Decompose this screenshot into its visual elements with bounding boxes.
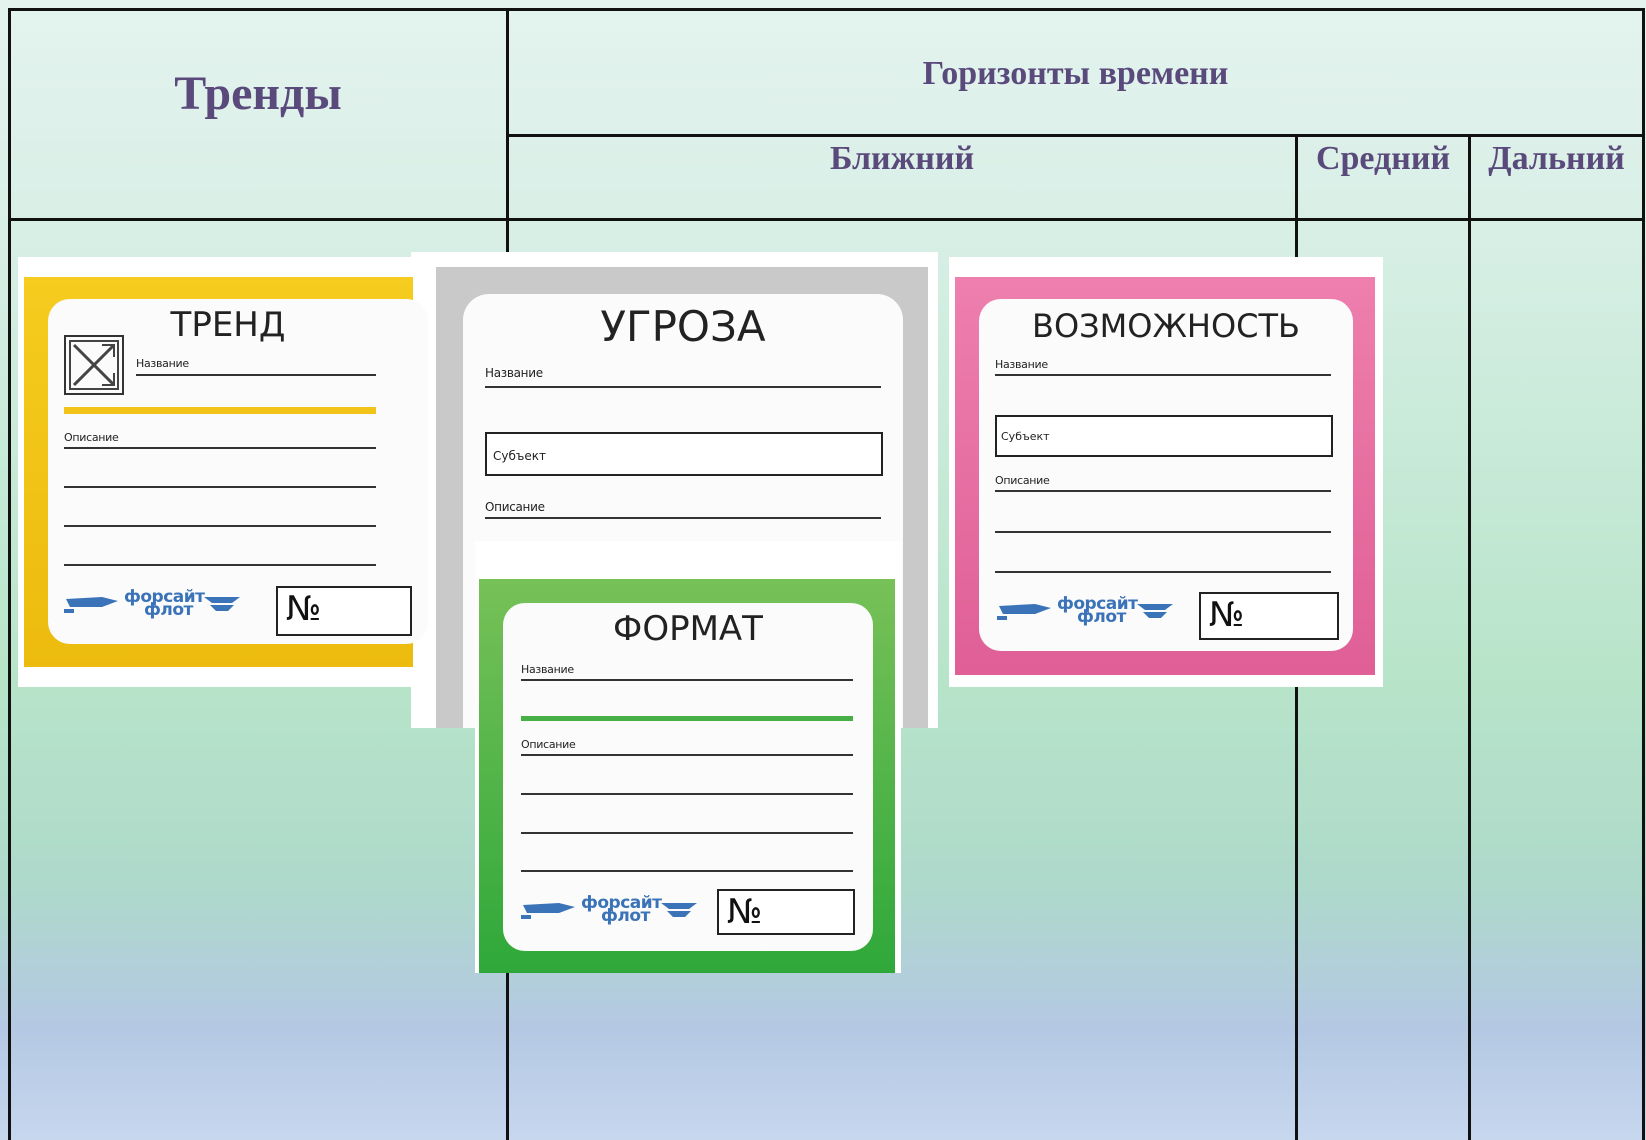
format-desc-line-4 xyxy=(521,870,853,872)
format-logo-line2: флот xyxy=(601,906,650,926)
trend-card-title: ТРЕНД xyxy=(170,305,286,345)
trend-name-label: Название xyxy=(136,357,189,370)
threat-desc-line xyxy=(485,517,881,519)
trend-accent-line xyxy=(64,407,376,414)
opportunity-name-label: Название xyxy=(995,358,1048,371)
threat-name-label: Название xyxy=(485,366,543,380)
format-number-box: № xyxy=(717,889,855,935)
opportunity-logo: форсайт флот xyxy=(995,594,1175,627)
format-desc-line-1 xyxy=(521,754,853,756)
format-desc-line-3 xyxy=(521,832,853,834)
format-logo: форсайт флот xyxy=(519,893,699,926)
opportunity-subject-label: Субъект xyxy=(1001,430,1050,443)
trend-icon xyxy=(64,335,124,395)
opportunity-card-title: ВОЗМОЖНОСТЬ xyxy=(1031,307,1300,345)
header-trends: Тренды xyxy=(174,67,342,120)
trend-logo: форсайт флот xyxy=(62,587,242,620)
table-divider-horizon-sub xyxy=(506,134,1645,137)
header-far: Дальний xyxy=(1488,140,1625,177)
table-border-top xyxy=(8,8,1644,11)
opportunity-name-line xyxy=(995,374,1331,376)
format-name-label: Название xyxy=(521,663,574,676)
table-border-left xyxy=(8,8,11,1140)
table-border-right xyxy=(1642,8,1645,1140)
format-desc-label: Описание xyxy=(521,738,576,751)
format-card-title: ФОРМАТ xyxy=(613,609,763,649)
trend-desc-label: Описание xyxy=(64,431,119,444)
opportunity-desc-line-1 xyxy=(995,490,1331,492)
opportunity-card: ВОЗМОЖНОСТЬ Название Субъект Описание фо… xyxy=(949,257,1383,687)
trend-name-line xyxy=(136,374,376,376)
format-card-inner: ФОРМАТ Название Описание форсайт флот № xyxy=(503,603,873,951)
opportunity-desc-line-2 xyxy=(995,531,1331,533)
opportunity-desc-line-3 xyxy=(995,571,1331,573)
opportunity-number-box: № xyxy=(1199,592,1339,640)
threat-card-title: УГРОЗА xyxy=(600,302,766,351)
threat-desc-label: Описание xyxy=(485,500,545,514)
header-time-horizons: Горизонты времени xyxy=(922,55,1229,92)
header-near: Ближний xyxy=(829,140,975,177)
opportunity-card-inner: ВОЗМОЖНОСТЬ Название Субъект Описание фо… xyxy=(979,299,1353,651)
format-card: ФОРМАТ Название Описание форсайт флот № xyxy=(475,541,901,973)
threat-subject-label: Субъект xyxy=(493,449,546,463)
trend-desc-line-1 xyxy=(64,447,376,449)
threat-name-line xyxy=(485,386,881,388)
opportunity-logo-line2: флот xyxy=(1077,607,1126,627)
format-accent-line xyxy=(521,716,853,721)
header-mid: Средний xyxy=(1315,140,1451,177)
opportunity-desc-label: Описание xyxy=(995,474,1050,487)
trend-desc-line-4 xyxy=(64,564,376,566)
trend-desc-line-2 xyxy=(64,486,376,488)
trend-desc-line-3 xyxy=(64,525,376,527)
format-name-line xyxy=(521,679,853,681)
trend-card-inner: ТРЕНД Название Описание форсайт флот № xyxy=(48,299,428,644)
table-divider-mid-far xyxy=(1468,134,1471,1140)
format-desc-line-2 xyxy=(521,793,853,795)
trend-card: ТРЕНД Название Описание форсайт флот № xyxy=(18,257,428,687)
table-divider-header-bottom xyxy=(8,218,1645,221)
trend-logo-line2: флот xyxy=(144,600,193,620)
trend-number-box: № xyxy=(276,586,412,636)
